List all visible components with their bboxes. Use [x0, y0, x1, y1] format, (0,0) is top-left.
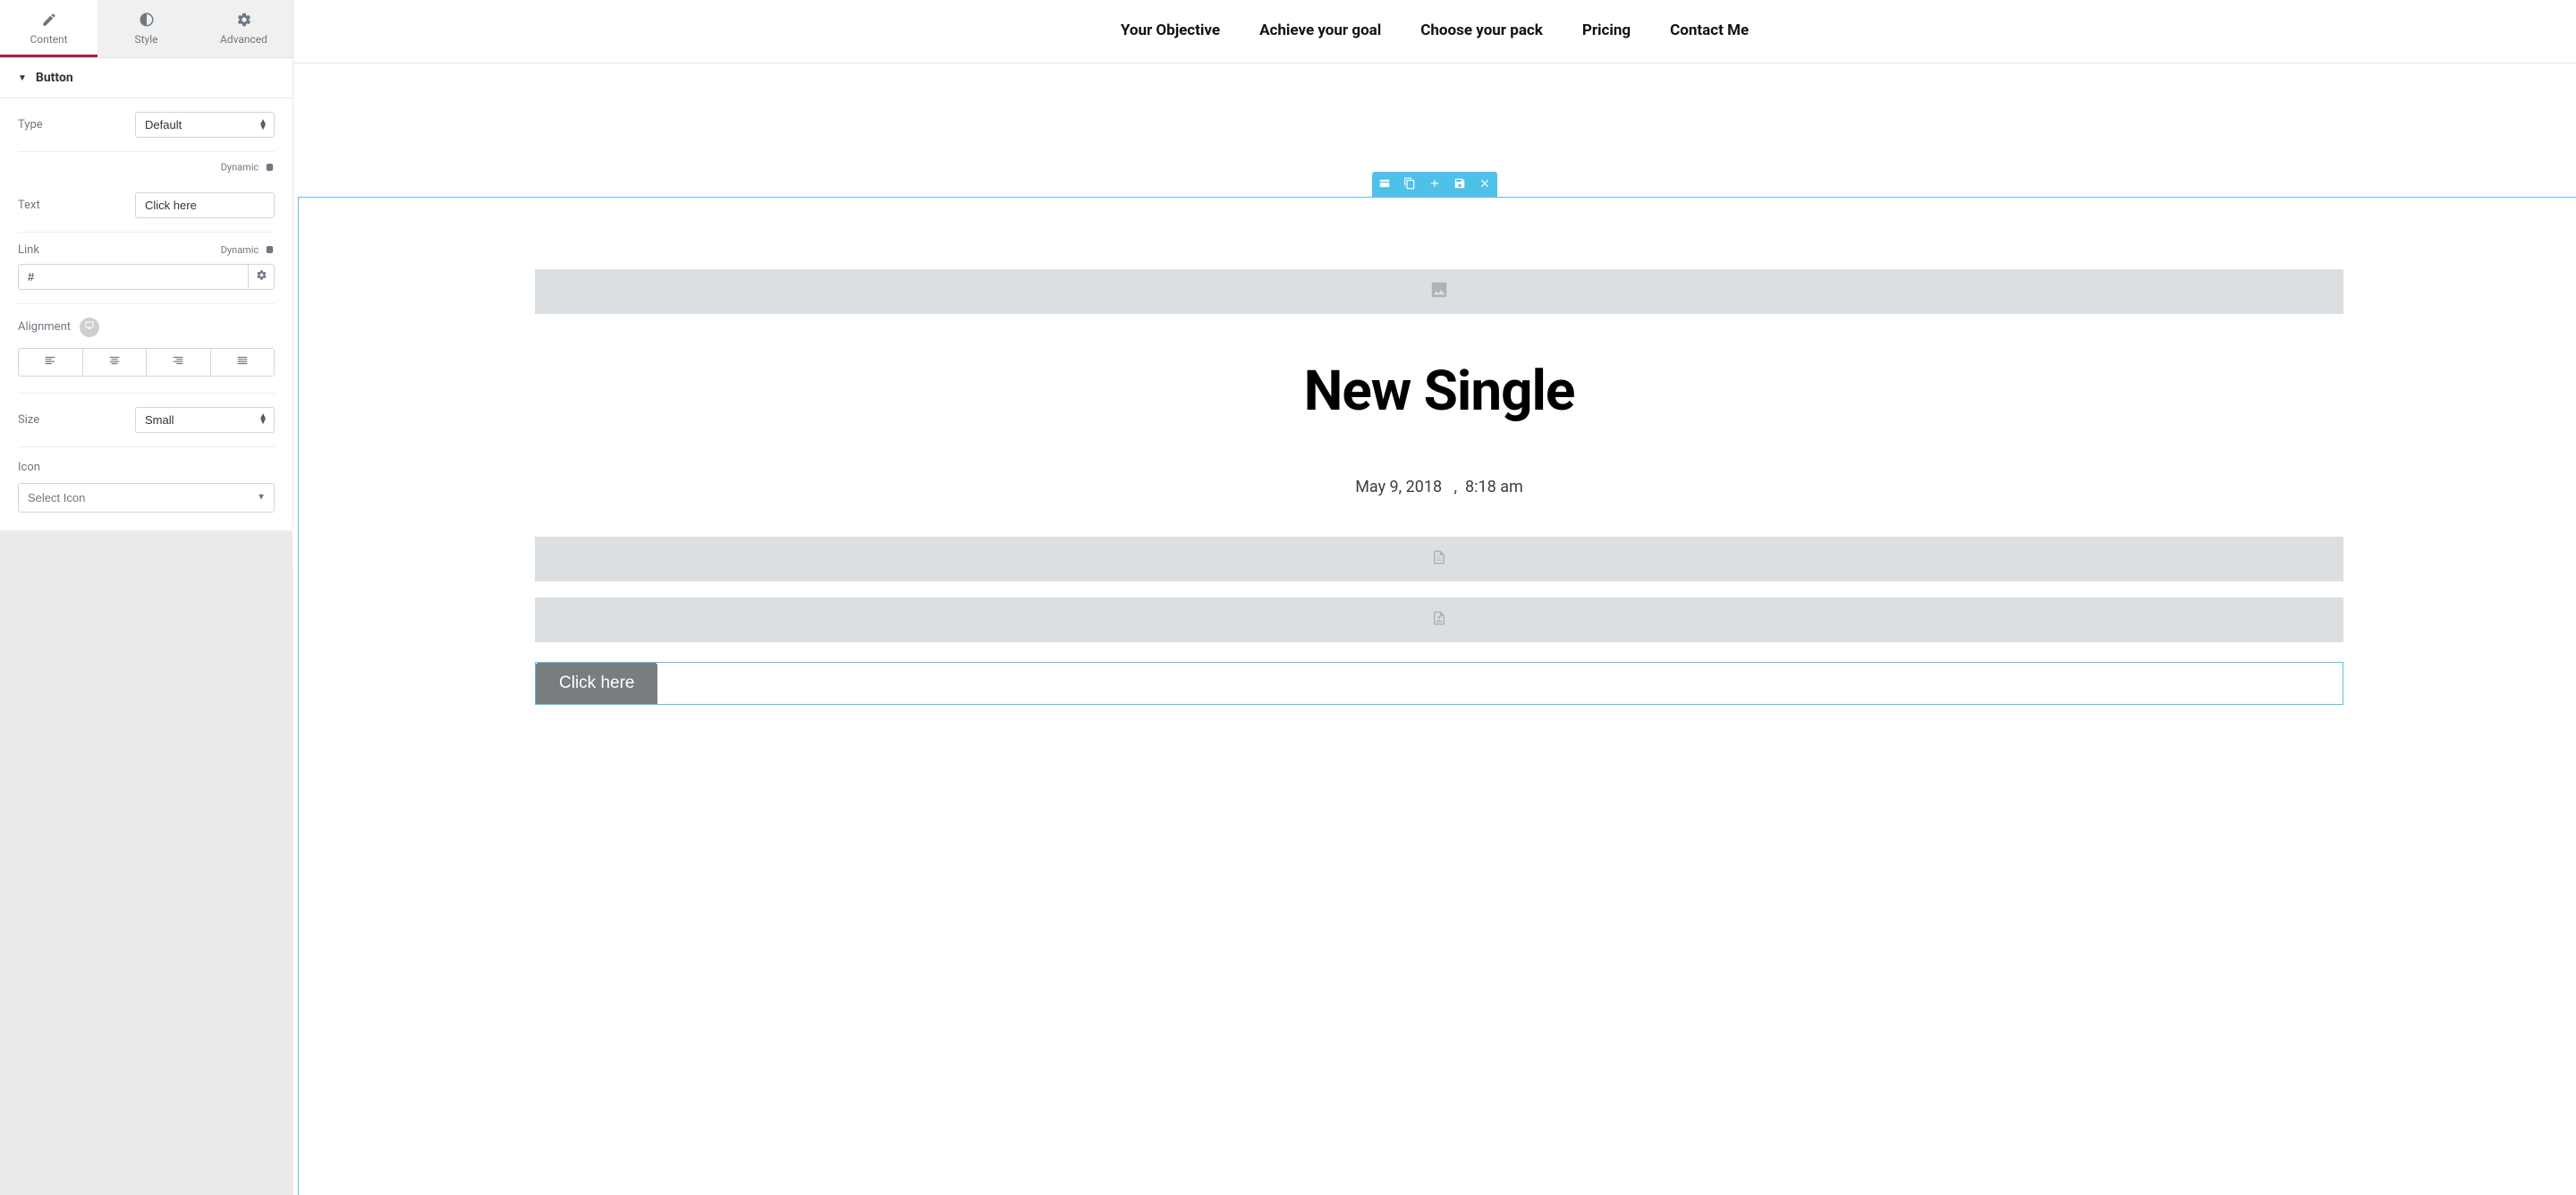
- size-label: Size: [18, 413, 39, 427]
- section-outline: [298, 197, 2576, 1195]
- align-right-icon: [172, 354, 184, 369]
- section-add-button[interactable]: [1422, 172, 1447, 197]
- panel-bottom-area: [0, 530, 292, 1195]
- section-delete-button[interactable]: [1472, 172, 1497, 197]
- section-toolbar: [1372, 172, 1497, 197]
- link-label: Link: [18, 243, 39, 257]
- align-left-icon: [44, 354, 56, 369]
- editor-panel: Content Style Advanced ▼ Button Ty: [0, 0, 293, 1195]
- tab-advanced[interactable]: Advanced: [195, 0, 292, 57]
- align-justify-icon: [236, 354, 249, 369]
- tab-style[interactable]: Style: [97, 0, 195, 57]
- database-icon: [265, 163, 275, 173]
- dynamic-label: Dynamic: [221, 162, 259, 174]
- link-input[interactable]: [18, 264, 248, 290]
- tab-style-label: Style: [134, 33, 157, 46]
- nav-item-objective[interactable]: Your Objective: [1121, 21, 1220, 39]
- alignment-buttons: [18, 348, 275, 377]
- link-options-button[interactable]: [248, 264, 275, 290]
- control-size: Size Small ▲▼: [18, 394, 275, 447]
- align-justify-button[interactable]: [211, 349, 275, 376]
- text-label: Text: [18, 199, 40, 212]
- nav-item-achieve[interactable]: Achieve your goal: [1259, 21, 1381, 39]
- controls: Type Default ▲▼ Dynamic Text: [0, 98, 292, 530]
- database-icon: [265, 245, 275, 255]
- section-duplicate-button[interactable]: [1397, 172, 1422, 197]
- icon-label: Icon: [18, 461, 275, 474]
- contrast-icon: [139, 12, 155, 28]
- type-select[interactable]: Default: [135, 112, 275, 138]
- gear-icon: [256, 269, 267, 284]
- nav-item-pack[interactable]: Choose your pack: [1420, 21, 1543, 39]
- section-title: Button: [36, 71, 73, 85]
- type-label: Type: [18, 118, 43, 131]
- caret-down-icon: ▼: [18, 73, 27, 83]
- tab-content-label: Content: [30, 33, 67, 46]
- gear-icon: [236, 12, 252, 28]
- section-edit-button[interactable]: [1372, 172, 1397, 197]
- plus-icon: [1428, 177, 1441, 192]
- save-icon: [1453, 177, 1466, 192]
- copy-icon: [1403, 177, 1416, 192]
- site-nav: Your Objective Achieve your goal Choose …: [293, 0, 2576, 64]
- control-icon: Icon Select Icon ▼: [18, 447, 275, 530]
- preview-canvas: Your Objective Achieve your goal Choose …: [293, 0, 2576, 1195]
- responsive-toggle[interactable]: [80, 318, 99, 337]
- align-center-icon: [108, 354, 121, 369]
- control-text: Text: [18, 179, 275, 233]
- text-input[interactable]: [135, 192, 275, 218]
- tab-advanced-label: Advanced: [220, 33, 267, 46]
- alignment-label: Alignment: [18, 320, 71, 334]
- nav-item-contact[interactable]: Contact Me: [1670, 21, 1749, 39]
- panel-tabs: Content Style Advanced: [0, 0, 292, 58]
- size-select[interactable]: Small: [135, 407, 275, 433]
- control-type: Type Default ▲▼: [18, 98, 275, 152]
- desktop-icon: [84, 320, 95, 335]
- dynamic-toggle-link[interactable]: Dynamic: [221, 244, 275, 256]
- align-right-button[interactable]: [147, 349, 211, 376]
- pencil-icon: [41, 12, 57, 28]
- section-header-button[interactable]: ▼ Button: [0, 58, 292, 98]
- dynamic-toggle-text[interactable]: Dynamic: [18, 152, 275, 179]
- section-save-button[interactable]: [1447, 172, 1472, 197]
- close-icon: [1479, 177, 1491, 192]
- align-center-button[interactable]: [83, 349, 148, 376]
- section-icon: [1378, 177, 1391, 192]
- icon-select[interactable]: Select Icon: [18, 483, 275, 513]
- align-left-button[interactable]: [19, 349, 83, 376]
- tab-content[interactable]: Content: [0, 0, 97, 57]
- nav-item-pricing[interactable]: Pricing: [1582, 21, 1631, 39]
